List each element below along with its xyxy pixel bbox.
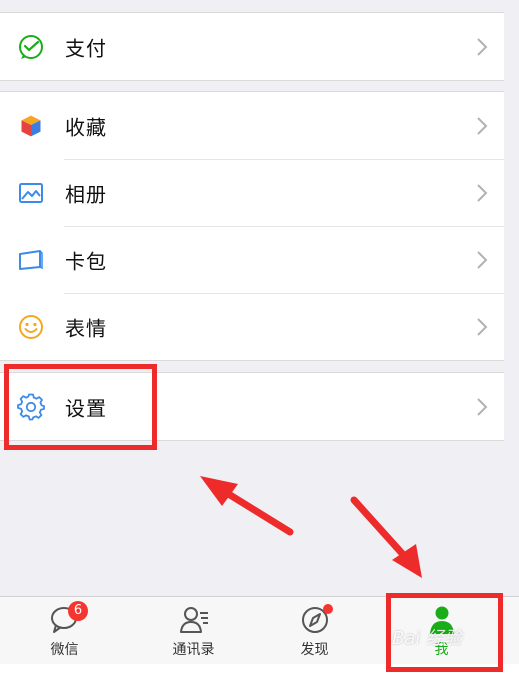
menu-item-favorites[interactable]: 收藏: [0, 92, 504, 159]
arrow-to-me-tab: [350, 496, 422, 578]
wallet-icon: [19, 34, 43, 59]
tab-chats[interactable]: 6 微信: [0, 597, 129, 664]
tab-discover[interactable]: 发现: [250, 597, 379, 664]
menu-item-label: 支付: [65, 36, 107, 60]
picture-icon: [19, 182, 43, 203]
menu-item-album[interactable]: 相册: [0, 159, 504, 226]
menu-group-settings: 设置: [0, 372, 504, 441]
chevron-right-icon: [477, 250, 488, 269]
menu-group-main: 收藏 相册 卡包 表情: [0, 91, 504, 361]
new-content-dot: [323, 604, 333, 614]
unread-badge: 6: [68, 601, 88, 621]
menu-item-label: 卡包: [65, 249, 107, 273]
chevron-right-icon: [477, 37, 488, 56]
card-icon: [19, 249, 43, 270]
tab-bar: 6 微信 通讯录 发现 我: [0, 596, 519, 664]
menu-item-label: 收藏: [65, 115, 107, 139]
menu-item-label: 相册: [65, 182, 107, 206]
chevron-right-icon: [477, 116, 488, 135]
tab-me[interactable]: 我: [377, 597, 506, 664]
tab-label: 微信: [50, 642, 79, 658]
menu-item-stickers[interactable]: 表情: [0, 293, 504, 360]
arrow-to-settings: [200, 476, 294, 536]
gear-icon: [17, 393, 45, 420]
smiley-icon: [19, 314, 43, 339]
menu-item-pay[interactable]: 支付: [0, 13, 504, 80]
contacts-icon: [179, 607, 208, 633]
chevron-right-icon: [477, 397, 488, 416]
bottom-strip: [0, 664, 519, 675]
menu-group-pay: 支付: [0, 12, 504, 81]
chevron-right-icon: [477, 183, 488, 202]
chevron-right-icon: [477, 317, 488, 336]
tab-label: 通讯录: [172, 642, 215, 658]
menu-item-cards[interactable]: 卡包: [0, 226, 504, 293]
menu-item-label: 表情: [65, 316, 107, 340]
cube-icon: [20, 113, 42, 138]
menu-item-settings[interactable]: 设置: [0, 373, 504, 440]
me-screen: 支付 收藏 相册 卡包 表情 设置 6 微信 通讯录 发现 我 Bai 经验: [0, 0, 519, 675]
person-icon: [429, 606, 454, 634]
right-margin: [504, 0, 519, 596]
tab-contacts[interactable]: 通讯录: [129, 597, 258, 664]
tab-label: 发现: [300, 642, 329, 658]
tab-label: 我: [434, 642, 449, 658]
menu-item-label: 设置: [65, 396, 107, 420]
